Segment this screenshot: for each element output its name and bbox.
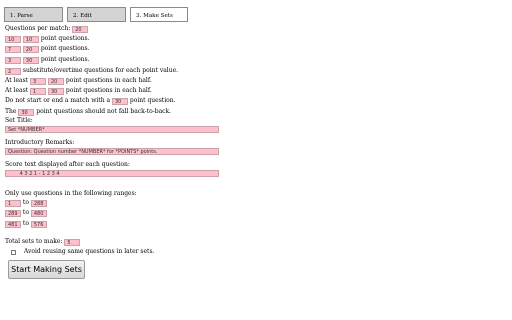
questions-per-match-input[interactable]: 20 — [72, 25, 89, 33]
point-row-label: point questions. — [40, 56, 90, 63]
no-start-end-suffix: point question. — [129, 97, 176, 104]
score-text-label: Score text displayed after each question… — [5, 161, 130, 168]
questions-per-match-row: Questions per match: 20 — [5, 25, 89, 33]
at-least-row: At least 1 30 point questions in each ha… — [5, 87, 152, 95]
tab-edit-label: 2. Edit — [73, 13, 92, 19]
total-sets-row: Total sets to make: 5 — [5, 238, 81, 246]
range-from-input[interactable]: 1 — [5, 199, 21, 207]
range-row: 1 to 288 — [5, 199, 47, 207]
range-to-input[interactable]: 480 — [30, 209, 47, 217]
back-to-back-row: The 30 point questions should not fall b… — [5, 108, 171, 116]
range-to-input[interactable]: 576 — [30, 220, 47, 228]
at-least-points-input[interactable]: 30 — [47, 87, 64, 95]
substitute-label: substitute/overtime questions for each p… — [22, 67, 179, 74]
range-from-input[interactable]: 289 — [5, 209, 21, 217]
at-least-label: At least — [5, 77, 29, 84]
intro-label: Introductory Remarks: — [5, 139, 75, 146]
at-least-count-input[interactable]: 1 — [30, 87, 47, 95]
avoid-reuse-label: Avoid reusing same questions in later se… — [23, 248, 155, 255]
intro-row: Question: Question number *NUMBER* for *… — [5, 148, 219, 156]
tab-make-sets-label: 3. Make Sets — [136, 13, 173, 19]
total-sets-input[interactable]: 5 — [64, 238, 81, 246]
range-from-input[interactable]: 481 — [5, 220, 21, 228]
point-count-input[interactable]: 7 — [5, 45, 21, 53]
at-least-points-input[interactable]: 20 — [47, 77, 64, 85]
set-title-row: Set *NUMBER* — [5, 126, 219, 134]
avoid-reuse-row: Avoid reusing same questions in later se… — [11, 248, 154, 256]
tab-parse-label: 1. Parse — [10, 13, 33, 19]
score-text-input[interactable]: ____ 4 3 2 1 - 1 2 3 4 ____ — [5, 170, 219, 177]
point-row: 7 20 point questions. — [5, 45, 90, 53]
no-start-end-label: Do not start or end a match with a — [5, 97, 111, 104]
range-to-label: to — [22, 199, 29, 206]
substitute-row: 2 substitute/overtime questions for each… — [5, 67, 178, 75]
range-to-label: to — [22, 209, 29, 216]
at-least-label: At least — [5, 87, 29, 94]
score-text-row: ____ 4 3 2 1 - 1 2 3 4 ____ — [5, 170, 219, 178]
tab-make-sets[interactable]: 3. Make Sets — [130, 7, 188, 22]
back-to-back-label: The — [5, 108, 17, 115]
point-row: 3 30 point questions. — [5, 56, 90, 64]
tab-edit[interactable]: 2. Edit — [67, 7, 126, 22]
at-least-suffix: point questions in each half. — [65, 87, 152, 94]
point-value-input[interactable]: 10 — [22, 35, 39, 43]
no-start-end-input[interactable]: 30 — [111, 97, 128, 105]
substitute-count-input[interactable]: 2 — [5, 67, 21, 75]
at-least-count-input[interactable]: 3 — [30, 77, 47, 85]
range-to-label: to — [22, 220, 29, 227]
range-row: 481 to 576 — [5, 220, 47, 228]
point-row: 10 10 point questions. — [5, 35, 90, 43]
range-to-input[interactable]: 288 — [30, 199, 47, 207]
back-to-back-input[interactable]: 30 — [18, 108, 35, 116]
questions-per-match-label: Questions per match: — [5, 25, 71, 32]
point-count-input[interactable]: 10 — [5, 35, 21, 43]
at-least-row: At least 3 20 point questions in each ha… — [5, 77, 152, 85]
avoid-reuse-checkbox[interactable] — [11, 249, 16, 255]
point-row-label: point questions. — [40, 35, 90, 42]
at-least-suffix: point questions in each half. — [65, 77, 152, 84]
point-value-input[interactable]: 30 — [22, 56, 39, 64]
tab-parse[interactable]: 1. Parse — [4, 7, 63, 22]
set-title-input[interactable]: Set *NUMBER* — [5, 126, 219, 133]
point-value-input[interactable]: 20 — [22, 45, 39, 53]
start-making-sets-button[interactable]: Start Making Sets — [8, 260, 85, 279]
range-row: 289 to 480 — [5, 209, 47, 217]
total-sets-label: Total sets to make: — [5, 238, 63, 245]
set-title-label: Set Title: — [5, 117, 33, 124]
ranges-label: Only use questions in the following rang… — [5, 190, 137, 197]
point-row-label: point questions. — [40, 45, 90, 52]
no-start-end-row: Do not start or end a match with a 30 po… — [5, 97, 176, 105]
point-count-input[interactable]: 3 — [5, 56, 21, 64]
back-to-back-suffix: point questions should not fall back-to-… — [36, 108, 172, 115]
intro-remarks-input[interactable]: Question: Question number *NUMBER* for *… — [5, 148, 219, 155]
